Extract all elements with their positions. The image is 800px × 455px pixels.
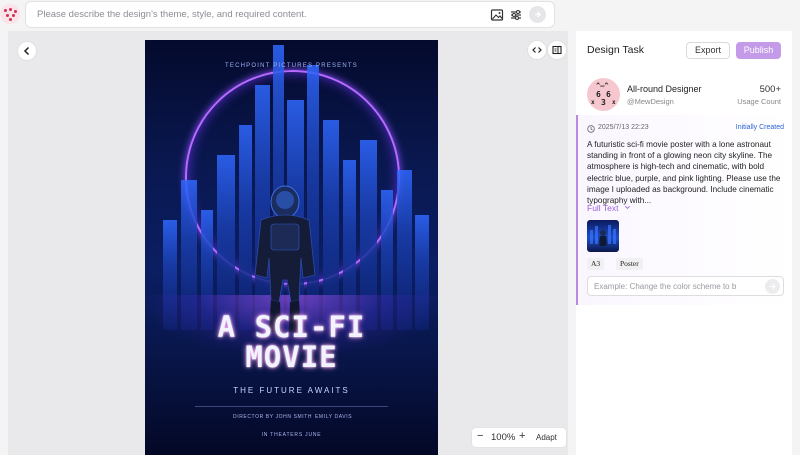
chevron-left-icon (23, 46, 30, 56)
usage-count-label: Usage Count (737, 97, 781, 106)
poster-title-line1: A SCI-FI (217, 310, 366, 344)
settings-sliders-icon[interactable] (509, 8, 523, 22)
usage-count-value: 500+ (759, 84, 781, 95)
design-canvas: TECHPOINT PICTURES PRESENTS A SCI-FI MOV… (8, 31, 568, 455)
tag-type: Poster (616, 258, 643, 270)
reference-image-thumbnail[interactable] (587, 220, 619, 252)
poster-divider (195, 406, 388, 407)
layout-panel-icon (552, 45, 562, 55)
full-text-label: Full Text (587, 203, 619, 213)
publish-button[interactable]: Publish (736, 42, 781, 59)
send-arrow-icon (535, 11, 541, 18)
prompt-placeholder: Please describe the design's theme, styl… (37, 9, 307, 20)
zoom-out-button[interactable]: − (477, 430, 483, 442)
task-timestamp: 2025/7/13 22:23 (598, 124, 649, 131)
top-bar: Please describe the design's theme, styl… (0, 0, 800, 30)
zoom-controls: − 100% + Adapt (472, 428, 566, 447)
designer-name[interactable]: All-round Designer (627, 84, 702, 94)
layout-view-button[interactable] (548, 41, 566, 59)
app-logo-icon[interactable] (0, 4, 20, 24)
clock-icon (587, 125, 595, 133)
designer-avatar: ^—^ 6 6 x 3 x (587, 78, 620, 111)
task-card: 2025/7/13 22:23 Initially Created A futu… (576, 115, 792, 305)
poster-release-date: IN THEATERS JUNE (261, 432, 322, 438)
edit-send-button[interactable] (765, 279, 780, 294)
poster-title-line2: MOVIE (245, 340, 338, 374)
prompt-input[interactable]: Please describe the design's theme, styl… (25, 1, 555, 28)
export-button[interactable]: Export (686, 42, 730, 59)
edit-instruction-input[interactable]: Example: Change the color scheme to b (587, 276, 784, 296)
chevron-down-icon (624, 205, 630, 209)
poster-credit-director: DIRECTOR BY JOHN SMITH (233, 414, 313, 420)
zoom-in-button[interactable]: + (519, 430, 525, 442)
astronaut-thumbnail-art (590, 225, 616, 246)
task-description: A futuristic sci-fi movie poster with a … (587, 140, 781, 206)
movie-poster[interactable]: TECHPOINT PICTURES PRESENTS A SCI-FI MOV… (145, 40, 438, 455)
task-status-badge: Initially Created (735, 124, 784, 131)
code-view-button[interactable] (528, 41, 546, 59)
design-task-panel: Design Task Export Publish ^—^ 6 6 x 3 x… (576, 31, 792, 455)
full-text-toggle[interactable]: Full Text (587, 203, 631, 213)
edit-input-placeholder: Example: Change the color scheme to b (594, 282, 737, 291)
send-button[interactable] (529, 6, 546, 23)
panel-title: Design Task (587, 44, 645, 56)
back-button[interactable] (18, 42, 36, 60)
poster-tagline: THE FUTURE AWAITS (233, 386, 350, 395)
zoom-level: 100% (491, 432, 516, 443)
adapt-button[interactable]: Adapt (536, 433, 557, 442)
code-icon (532, 47, 542, 53)
designer-handle: @MewDesign (627, 97, 674, 106)
image-upload-icon[interactable] (490, 8, 504, 22)
poster-credit-actor: EMILY DAVIS (315, 414, 353, 420)
send-arrow-icon (770, 283, 776, 290)
tag-size: A3 (587, 258, 605, 270)
poster-studio-text: TECHPOINT PICTURES PRESENTS (225, 63, 358, 69)
